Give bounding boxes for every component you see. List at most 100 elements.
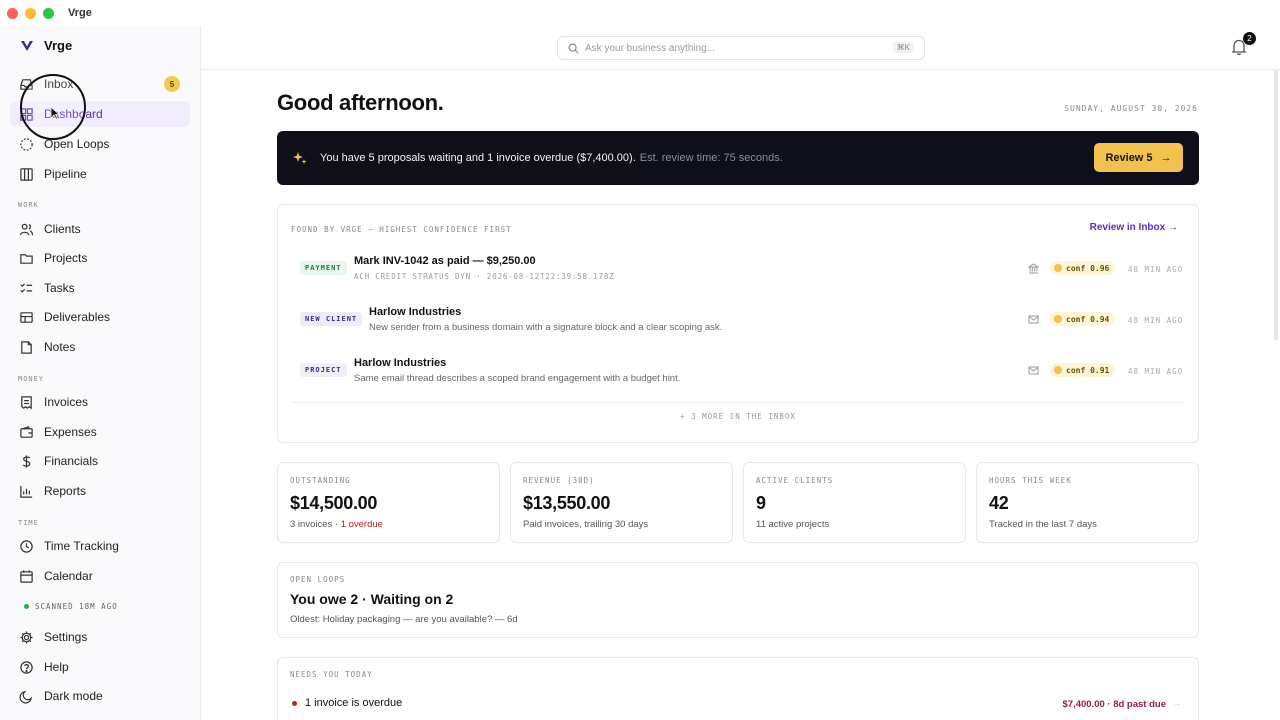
list-item[interactable]: NEW CLIENT Harlow Industries New sender … — [278, 302, 1198, 342]
stat-subtext: 3 invoices · 1 overdue — [290, 519, 383, 530]
search-box[interactable]: ⌘K — [557, 36, 925, 60]
stat-value: 9 — [756, 493, 766, 513]
sidebar-item-help[interactable]: Help — [10, 654, 190, 680]
sidebar-item-calendar[interactable]: Calendar — [10, 563, 190, 589]
stat-value: $13,550.00 — [523, 493, 611, 513]
scan-status: SCANNED 18M AGO — [24, 602, 118, 611]
minimize-window-button[interactable] — [25, 7, 36, 19]
section-label-work: WORK — [18, 201, 39, 209]
needs-you-label: NEEDS YOU TODAY — [290, 670, 373, 679]
stat-subtext: Tracked in the last 7 days — [989, 519, 1097, 530]
sidebar-item-projects[interactable]: Projects — [10, 245, 190, 271]
mail-icon — [1028, 315, 1039, 324]
sidebar-item-label: Help — [44, 660, 69, 674]
traffic-lights — [7, 7, 54, 19]
brand-name: Vrge — [44, 38, 73, 53]
item-title: Harlow Industries — [354, 357, 447, 369]
sidebar-item-label: Deliverables — [44, 310, 111, 324]
calendar-icon — [18, 568, 34, 584]
found-by-vrge-card: FOUND BY VRGE — HIGHEST CONFIDENCE FIRST… — [277, 204, 1199, 443]
clock-icon — [18, 538, 34, 554]
arrow-right-icon[interactable]: → — [1172, 698, 1182, 709]
open-loops-label: OPEN LOOPS — [290, 575, 346, 584]
scan-status-text: SCANNED 18M AGO — [35, 602, 118, 611]
needs-item-text[interactable]: 1 invoice is overdue — [305, 697, 402, 709]
sidebar-item-label: Notes — [44, 340, 76, 354]
vrge-logo-icon — [21, 40, 33, 51]
section-label-money: MONEY — [18, 375, 45, 383]
scrollbar[interactable] — [1274, 70, 1278, 340]
list-item[interactable]: PROJECT Harlow Industries Same email thr… — [278, 353, 1198, 393]
sparkle-icon — [293, 152, 307, 165]
sidebar-item-financials[interactable]: Financials — [10, 448, 190, 474]
item-subtitle: New sender from a business domain with a… — [369, 322, 723, 333]
sidebar-item-expenses[interactable]: Expenses — [10, 419, 190, 445]
confidence-value: conf 0.91 — [1066, 365, 1110, 375]
alert-dot-icon — [292, 701, 297, 706]
maximize-window-button[interactable] — [43, 7, 54, 19]
stat-card-outstanding[interactable]: OUTSTANDING $14,500.00 3 invoices · 1 ov… — [277, 462, 500, 543]
needs-you-today-card: NEEDS YOU TODAY 1 invoice is overdue $7,… — [277, 657, 1199, 720]
wallet-icon — [18, 424, 34, 440]
moon-icon — [18, 688, 34, 704]
review-in-inbox-link[interactable]: Review in Inbox → — [1090, 222, 1178, 233]
page-greeting: Good afternoon. — [277, 90, 444, 115]
overdue-count: 1 overdue — [340, 519, 383, 530]
close-window-button[interactable] — [7, 7, 18, 19]
notification-count-badge: 2 — [1243, 32, 1256, 45]
stat-card-active-clients[interactable]: ACTIVE CLIENTS 9 11 active projects — [743, 462, 966, 543]
review-button[interactable]: Review 5 → — [1094, 143, 1183, 172]
stat-label: ACTIVE CLIENTS — [756, 476, 834, 485]
window-title: Vrge — [68, 7, 92, 19]
confidence-value: conf 0.96 — [1066, 263, 1110, 273]
item-subtitle: ACH CREDIT STRATUS DYN · 2026-08-12T22:3… — [354, 272, 615, 281]
stat-card-hours[interactable]: HOURS THIS WEEK 42 Tracked in the last 7… — [976, 462, 1199, 543]
sidebar-item-settings[interactable]: Settings — [10, 624, 190, 650]
sidebar-item-label: Time Tracking — [44, 539, 119, 553]
section-label-time: TIME — [18, 519, 39, 527]
sidebar-item-clients[interactable]: Clients — [10, 216, 190, 242]
help-icon — [18, 659, 34, 675]
list-item[interactable]: PAYMENT Mark INV-1042 as paid — $9,250.0… — [278, 251, 1198, 291]
sidebar-item-label: Projects — [44, 251, 88, 265]
open-loops-card[interactable]: OPEN LOOPS You owe 2 · Waiting on 2 Olde… — [277, 562, 1199, 638]
folder-icon — [18, 250, 34, 266]
tasks-icon — [18, 280, 34, 296]
item-title: Mark INV-1042 as paid — $9,250.00 — [354, 255, 536, 267]
banner-message: You have 5 proposals waiting and 1 invoi… — [320, 152, 636, 164]
sidebar-item-dark-mode[interactable]: Dark mode — [10, 683, 190, 709]
sidebar-item-label: Dark mode — [44, 689, 103, 703]
sidebar-item-tasks[interactable]: Tasks — [10, 275, 190, 301]
found-card-label: FOUND BY VRGE — HIGHEST CONFIDENCE FIRST — [291, 225, 512, 234]
review-button-label: Review 5 — [1105, 151, 1153, 164]
confidence-dot-icon — [1054, 264, 1062, 272]
sidebar-item-label: Reports — [44, 484, 87, 498]
sidebar-item-label: Financials — [44, 454, 99, 468]
arrow-right-icon: → — [1160, 151, 1172, 164]
report-icon — [18, 483, 34, 499]
sidebar-item-pipeline[interactable]: Pipeline — [10, 161, 190, 187]
stat-card-revenue[interactable]: REVENUE (30D) $13,550.00 Paid invoices, … — [510, 462, 733, 543]
sidebar-item-label: Invoices — [44, 395, 89, 409]
tag-new-client: NEW CLIENT — [300, 312, 363, 326]
tag-payment: PAYMENT — [300, 261, 347, 275]
sidebar-item-invoices[interactable]: Invoices — [10, 389, 190, 415]
sidebar-item-deliverables[interactable]: Deliverables — [10, 304, 190, 330]
status-dot-icon — [24, 604, 29, 609]
sidebar-item-time-tracking[interactable]: Time Tracking — [10, 533, 190, 559]
users-icon — [18, 221, 34, 237]
sidebar-item-label: Settings — [44, 630, 88, 644]
stat-value: 42 — [989, 493, 1009, 513]
package-icon — [18, 309, 34, 325]
stat-value: $14,500.00 — [290, 493, 378, 513]
dollar-icon — [18, 453, 34, 469]
brand[interactable]: Vrge — [20, 38, 72, 53]
stat-subtext: 11 active projects — [756, 519, 830, 530]
sidebar-item-label: Clients — [44, 222, 81, 236]
item-time-ago: 48 MIN AGO — [1128, 265, 1184, 274]
search-input[interactable] — [585, 42, 875, 54]
sidebar-item-reports[interactable]: Reports — [10, 478, 190, 504]
top-bar: ⌘K 2 — [201, 26, 1280, 70]
sidebar-item-notes[interactable]: Notes — [10, 334, 190, 360]
more-in-inbox-link[interactable]: + 3 MORE IN THE INBOX — [278, 412, 1198, 421]
